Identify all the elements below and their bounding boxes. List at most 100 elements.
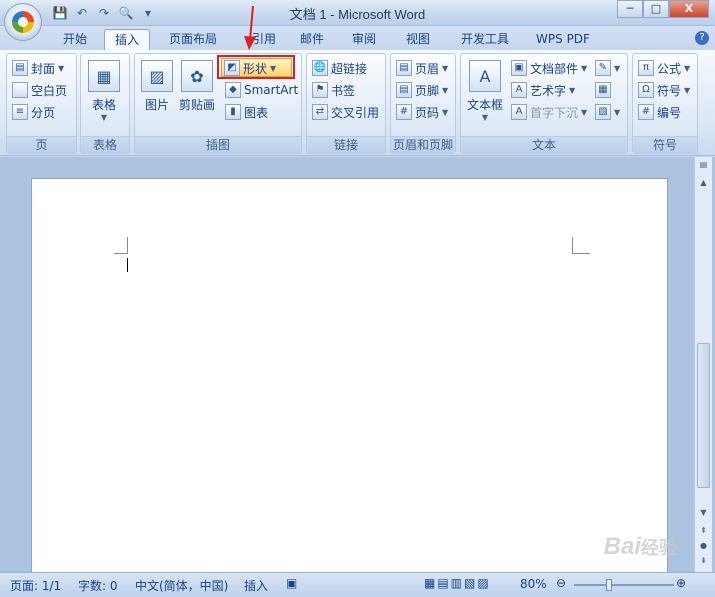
group-label-pages: 页: [7, 136, 76, 153]
bookmark-icon: ⚑: [312, 82, 328, 98]
blank-page-icon: [12, 82, 28, 98]
tab-review[interactable]: 审阅: [344, 29, 384, 50]
zoom-in-icon[interactable]: ⊕: [676, 576, 686, 590]
tab-developer[interactable]: 开发工具: [452, 29, 518, 50]
maximize-button[interactable]: □: [643, 0, 669, 18]
tab-view[interactable]: 视图: [398, 29, 438, 50]
picture-icon: ▨: [141, 60, 173, 92]
zoom-out-icon[interactable]: ⊖: [556, 576, 566, 590]
smartart-icon: ◆: [225, 82, 241, 98]
smartart-button[interactable]: ◆ SmartArt: [225, 80, 298, 100]
picture-button[interactable]: ▨ 图片: [141, 60, 173, 113]
tab-wps-pdf[interactable]: WPS PDF: [528, 29, 598, 50]
group-label-text: 文本: [461, 136, 627, 153]
watermark-logo: Bai经验: [603, 533, 677, 560]
object-icon: ▧: [595, 104, 611, 120]
crop-mark-top-right: [572, 237, 590, 254]
zoom-slider-track[interactable]: [574, 584, 674, 586]
tab-insert[interactable]: 插入: [104, 29, 150, 50]
close-button[interactable]: X: [669, 0, 709, 18]
quick-parts-icon: ▣: [511, 60, 527, 76]
minimize-button[interactable]: ─: [617, 0, 643, 18]
hyperlink-icon: 🌐: [312, 60, 328, 76]
scroll-down-icon[interactable]: ▼: [696, 505, 711, 521]
status-bar: 页面: 1/1 字数: 0 中文(简体，中国) 插入 ▣ ▦▤▥▧▨ 80% ⊖…: [0, 572, 715, 597]
status-page[interactable]: 页面: 1/1: [10, 577, 61, 594]
omega-icon: Ω: [638, 82, 654, 98]
group-links: 🌐 超链接 ⚑ 书签 ⇄ 交叉引用 链接: [306, 53, 386, 154]
numbering-button[interactable]: # 编号: [638, 102, 681, 122]
cross-reference-icon: ⇄: [312, 104, 328, 120]
group-text: A 文本框 ▼ ▣ 文档部件 ▼ A 艺术字 ▼ A 首字下沉 ▼ ✎ ▼ ▦ ▧ ▼ 文本: [460, 53, 628, 154]
chart-icon: ▮: [225, 104, 241, 120]
cover-page-icon: ▤: [12, 60, 28, 76]
ribbon: ▤ 封面 ▼ 空白页 ≡ 分页 页 ▦ 表格 ▼ 表格 ▨ 图片 ✿ 剪贴画 ◆ SmartAr…: [0, 50, 715, 156]
page-number-icon: #: [396, 104, 412, 120]
macro-record-icon[interactable]: ▣: [286, 576, 297, 590]
group-label-tables: 表格: [81, 136, 129, 153]
date-time-icon: ▦: [595, 82, 611, 98]
status-words[interactable]: 字数: 0: [78, 577, 118, 594]
zoom-slider-thumb[interactable]: [606, 579, 612, 591]
header-button[interactable]: ▤ 页眉 ▼: [396, 58, 448, 78]
group-label-illustrations: 插图: [135, 136, 301, 153]
office-button[interactable]: [4, 3, 42, 41]
group-label-links: 链接: [307, 136, 385, 153]
cover-page-button[interactable]: ▤ 封面 ▼: [12, 58, 64, 78]
tab-home[interactable]: 开始: [56, 29, 94, 50]
group-tables: ▦ 表格 ▼ 表格: [80, 53, 130, 154]
status-language[interactable]: 中文(简体，中国): [135, 577, 228, 594]
group-pages: ▤ 封面 ▼ 空白页 ≡ 分页 页: [6, 53, 77, 154]
table-button[interactable]: ▦ 表格 ▼: [88, 60, 120, 122]
cross-reference-button[interactable]: ⇄ 交叉引用: [312, 102, 379, 122]
blank-page-button[interactable]: 空白页: [12, 80, 67, 100]
signature-line-icon: ✎: [595, 60, 611, 76]
ruler-toggle-icon[interactable]: ▤: [696, 157, 711, 173]
window-title: 文档 1 - Microsoft Word: [289, 7, 426, 22]
symbol-button[interactable]: Ω 符号 ▼: [638, 80, 690, 100]
signature-line-button[interactable]: ✎ ▼: [595, 58, 620, 78]
view-buttons-icon[interactable]: ▦▤▥▧▨: [424, 576, 491, 590]
chart-button[interactable]: ▮ 图表: [225, 102, 268, 122]
vertical-scrollbar[interactable]: ▤ ▲ ▼ ⇞ ● ⇟: [694, 157, 712, 572]
footer-icon: ▤: [396, 82, 412, 98]
text-cursor: [127, 258, 128, 272]
prev-page-icon[interactable]: ⇞: [696, 523, 711, 539]
document-page[interactable]: [31, 178, 668, 573]
page-break-button[interactable]: ≡ 分页: [12, 102, 55, 122]
object-button[interactable]: ▧ ▼: [595, 102, 620, 122]
hyperlink-button[interactable]: 🌐 超链接: [312, 58, 367, 78]
office-logo-icon: [12, 11, 34, 33]
drop-cap-button[interactable]: A 首字下沉 ▼: [511, 102, 587, 122]
bookmark-button[interactable]: ⚑ 书签: [312, 80, 355, 100]
drop-cap-icon: A: [511, 104, 527, 120]
wordart-button[interactable]: A 艺术字 ▼: [511, 80, 575, 100]
crop-mark-top-left: [114, 237, 128, 254]
pi-icon: π: [638, 60, 654, 76]
help-icon[interactable]: ?: [695, 31, 709, 45]
status-insert-mode[interactable]: 插入: [244, 577, 268, 594]
clipart-icon: ✿: [181, 60, 213, 92]
date-time-button[interactable]: ▦: [595, 80, 611, 100]
group-label-symbols: 符号: [633, 136, 697, 153]
textbox-icon: A: [469, 60, 501, 92]
next-page-icon[interactable]: ⇟: [696, 553, 711, 569]
highlight-box: [217, 55, 295, 79]
tab-page-layout[interactable]: 页面布局: [160, 29, 226, 50]
textbox-button[interactable]: A 文本框 ▼: [467, 60, 503, 122]
scroll-up-icon[interactable]: ▲: [696, 175, 711, 191]
scroll-thumb[interactable]: [697, 343, 710, 488]
quick-parts-button[interactable]: ▣ 文档部件 ▼: [511, 58, 587, 78]
page-break-icon: ≡: [12, 104, 28, 120]
header-icon: ▤: [396, 60, 412, 76]
ribbon-tabs: 开始 插入 页面布局 引用 邮件 审阅 视图 开发工具 WPS PDF: [0, 26, 715, 50]
group-symbols: π 公式 ▼ Ω 符号 ▼ # 编号 符号: [632, 53, 698, 154]
clipart-button[interactable]: ✿ 剪贴画: [179, 60, 215, 113]
tab-mailings[interactable]: 邮件: [292, 29, 332, 50]
footer-button[interactable]: ▤ 页脚 ▼: [396, 80, 448, 100]
wordart-icon: A: [511, 82, 527, 98]
browse-object-icon[interactable]: ●: [696, 538, 711, 554]
equation-button[interactable]: π 公式 ▼: [638, 58, 690, 78]
zoom-level[interactable]: 80%: [520, 577, 547, 591]
page-number-button[interactable]: # 页码 ▼: [396, 102, 448, 122]
